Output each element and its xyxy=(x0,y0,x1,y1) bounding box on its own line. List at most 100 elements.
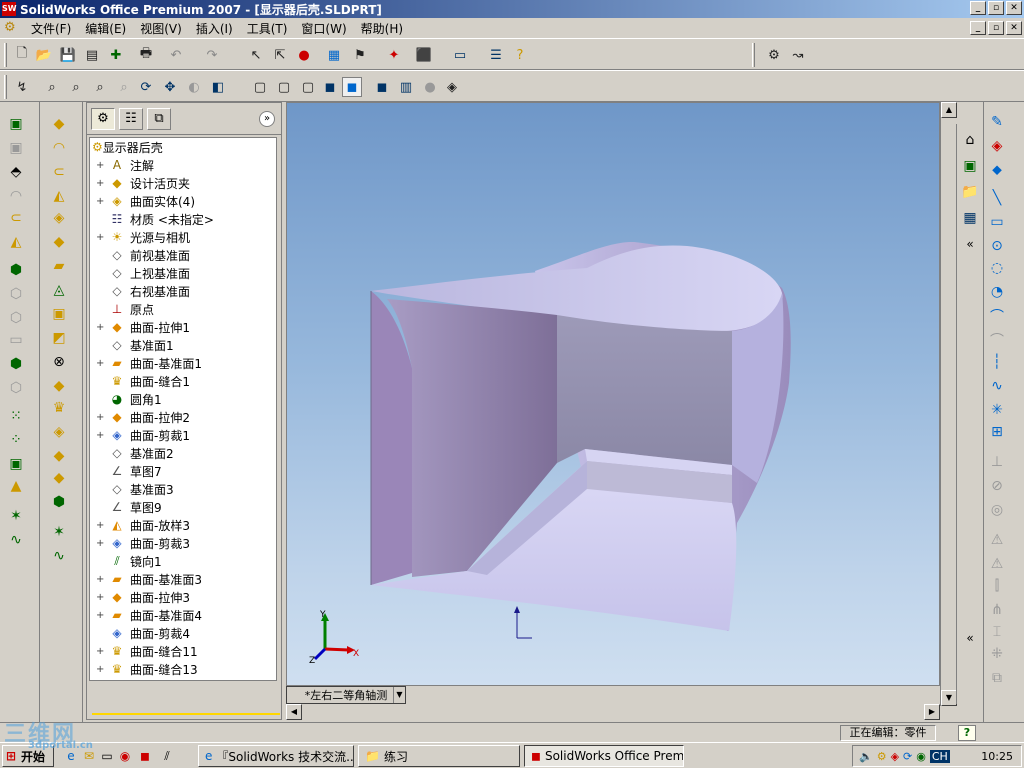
tree-item[interactable]: + A 注解 xyxy=(90,156,276,174)
select-arrow-icon[interactable]: ↖ xyxy=(246,45,266,65)
fillet-surface-icon[interactable]: ◩ xyxy=(48,328,70,348)
tree-item[interactable]: ∠ 草图9 xyxy=(90,498,276,516)
wireframe-icon[interactable]: ▢ xyxy=(250,77,270,97)
mold-icon[interactable]: ▣ xyxy=(5,454,27,474)
centerpoint-arc-icon[interactable]: ◌ xyxy=(986,258,1008,278)
rectangle-icon[interactable]: ▭ xyxy=(986,212,1008,232)
design-library-icon[interactable]: ▣ xyxy=(959,156,981,176)
sketch-pencil-icon[interactable]: ✎ xyxy=(986,112,1008,132)
tree-item[interactable]: + ◈ 曲面实体(4) xyxy=(90,192,276,210)
photoworks-icon[interactable]: ✦ xyxy=(384,45,404,65)
network-icon[interactable]: ⚙ xyxy=(877,750,887,763)
centerline-icon[interactable]: ┆ xyxy=(986,352,1008,372)
tree-item[interactable]: ⊥ 原点 xyxy=(90,300,276,318)
tree-item[interactable]: ∠ 草图7 xyxy=(90,462,276,480)
task-browser[interactable]: e 『SolidWorks 技术交流... xyxy=(198,745,354,767)
explorer-icon[interactable]: ⫽ xyxy=(158,747,176,765)
3point-arc-icon[interactable]: ⌒ xyxy=(986,306,1008,326)
tree-item[interactable]: ◇ 基准面1 xyxy=(90,336,276,354)
toolbar-grip[interactable] xyxy=(4,75,7,99)
trim-surface-icon[interactable]: ◈ xyxy=(48,422,70,442)
revolved-surface-icon[interactable]: ◠ xyxy=(48,138,70,158)
planar-surface-icon[interactable]: ▰ xyxy=(48,256,70,276)
knit-surface-icon[interactable]: ♛ xyxy=(48,398,70,418)
undo-icon[interactable]: ↶ xyxy=(166,45,186,65)
polygon-icon[interactable]: ⌒ xyxy=(986,330,1008,350)
open-folder-icon[interactable]: 📂 xyxy=(34,45,54,65)
rebuild-icon[interactable]: ✚ xyxy=(106,45,126,65)
scroll-left-icon[interactable]: ◀ xyxy=(286,704,302,720)
tree-item[interactable]: + ◆ 曲面-拉伸3 xyxy=(90,588,276,606)
shadows-icon[interactable]: ◼ xyxy=(372,77,392,97)
reference-geometry-icon[interactable]: ✶ xyxy=(48,522,70,542)
redo-icon[interactable]: ↷ xyxy=(202,45,222,65)
tangent-arc-icon[interactable]: ◔ xyxy=(986,282,1008,302)
sweep-icon[interactable]: ⊂ xyxy=(5,208,27,228)
realview-icon[interactable]: ● xyxy=(420,77,440,97)
tree-root[interactable]: ⚙ 显示器后壳 xyxy=(90,138,276,156)
construction-geometry-icon[interactable]: ⊞ xyxy=(986,422,1008,442)
convert-entities-icon[interactable]: ◎ xyxy=(986,500,1008,520)
previous-view-icon[interactable]: ↯ xyxy=(12,77,32,97)
doc-minimize-button[interactable]: _ xyxy=(970,21,986,35)
delete-face-icon[interactable]: ⊗ xyxy=(48,352,70,372)
zoom-selection-icon[interactable]: ⌕ xyxy=(114,77,134,97)
expand-plus-icon[interactable]: + xyxy=(96,196,106,207)
zoom-in-out-icon[interactable]: ⌕ xyxy=(90,77,110,97)
menu-insert[interactable]: 插入(I) xyxy=(189,20,240,37)
ruled-icon[interactable]: ▭ xyxy=(5,330,27,350)
tree-item[interactable]: ◇ 基准面2 xyxy=(90,444,276,462)
hidden-lines-removed-icon[interactable]: ▢ xyxy=(298,77,318,97)
filled-surface-icon[interactable]: ◬ xyxy=(48,280,70,300)
options-icon[interactable]: ⚑ xyxy=(350,45,370,65)
tree-item[interactable]: ◇ 上视基准面 xyxy=(90,264,276,282)
sketch-icon[interactable]: ▣ xyxy=(5,114,27,134)
radiate-icon[interactable]: ⬡ xyxy=(5,308,27,328)
split-line-icon[interactable]: ⁘ xyxy=(5,430,27,450)
tree-item[interactable]: ◇ 前视基准面 xyxy=(90,246,276,264)
offset-surface-icon[interactable]: ◆ xyxy=(48,232,70,252)
fill-icon[interactable]: ⬢ xyxy=(5,354,27,374)
tree-item[interactable]: ☷ 材质 <未指定> xyxy=(90,210,276,228)
collapse-panel-icon[interactable]: » xyxy=(259,111,275,127)
expand-plus-icon[interactable]: + xyxy=(96,160,106,171)
save-icon[interactable]: 💾 xyxy=(58,45,78,65)
sketch-fillet-icon[interactable]: ⊥ xyxy=(986,452,1008,472)
menu-window[interactable]: 窗口(W) xyxy=(294,20,353,37)
tree-item[interactable]: + ▰ 曲面-基准面4 xyxy=(90,606,276,624)
volume-icon[interactable]: 🔈 xyxy=(859,750,873,763)
hidden-lines-visible-icon[interactable]: ▢ xyxy=(274,77,294,97)
loft-icon[interactable]: ◭ xyxy=(5,232,27,252)
linear-pattern-icon[interactable]: ⌶ xyxy=(986,622,1008,642)
horizontal-scrollbar[interactable]: ◀ ▶ xyxy=(286,704,940,720)
curve-dropdown-icon[interactable]: ∿ xyxy=(48,546,70,566)
view-dropdown-icon[interactable]: ▼ xyxy=(393,687,405,703)
toolbar-grip[interactable] xyxy=(4,43,7,67)
print-icon[interactable]: 🖶 xyxy=(136,45,156,65)
thicken-surface-icon[interactable]: ⬢ xyxy=(48,492,70,512)
replace-face-icon[interactable]: ◆ xyxy=(48,376,70,396)
clock[interactable]: 10:25 xyxy=(981,750,1013,763)
thicken-icon[interactable]: ▲ xyxy=(5,476,27,496)
zoom-area-icon[interactable]: ⌕ xyxy=(66,77,86,97)
configuration-manager-tab-icon[interactable]: ⧉ xyxy=(147,107,171,130)
spline-icon[interactable]: ∿ xyxy=(986,376,1008,396)
offset-icon[interactable]: ⬡ xyxy=(5,284,27,304)
menu-view[interactable]: 视图(V) xyxy=(133,20,189,37)
tree-item[interactable]: ◕ 圆角1 xyxy=(90,390,276,408)
3d-sketch-icon[interactable]: ▣ xyxy=(5,138,27,158)
ruled-surface-icon[interactable]: ▣ xyxy=(48,304,70,324)
tree-item[interactable]: ◇ 右视基准面 xyxy=(90,282,276,300)
tree-item[interactable]: + ◆ 曲面-拉伸2 xyxy=(90,408,276,426)
expand-plus-icon[interactable]: + xyxy=(96,538,106,549)
roll-view-icon[interactable]: ◐ xyxy=(184,77,204,97)
task-folder[interactable]: 📁 练习 xyxy=(358,745,520,767)
solidworks-menu-icon[interactable]: ⚙ xyxy=(4,20,20,36)
circular-pattern-icon[interactable]: ⁜ xyxy=(986,644,1008,664)
tree-item[interactable]: + ♛ 曲面-缝合11 xyxy=(90,642,276,660)
doc-close-button[interactable]: ✕ xyxy=(1006,21,1022,35)
properties-icon[interactable]: ☰ xyxy=(486,45,506,65)
feature-tree-tab-icon[interactable]: ⚙ xyxy=(91,107,115,130)
back-wall[interactable] xyxy=(557,315,732,465)
planar-icon[interactable]: ⬢ xyxy=(5,260,27,280)
